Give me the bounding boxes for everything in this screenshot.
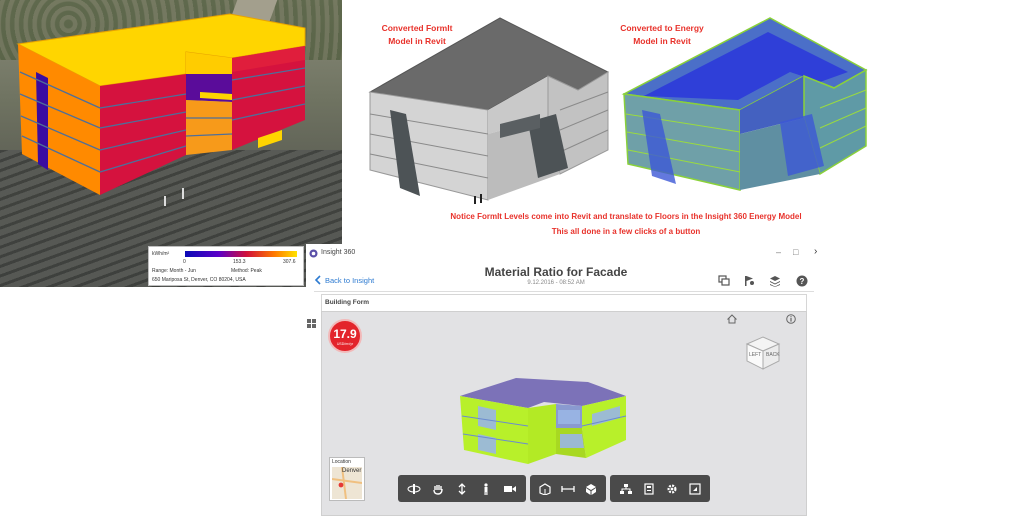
view-cube[interactable]: LEFT BACK xyxy=(743,334,783,372)
viewcube-back-label: BACK xyxy=(766,352,780,358)
model-browser-button[interactable] xyxy=(617,480,635,498)
insight-logo-icon xyxy=(309,249,318,258)
legend-method: Method: Peak xyxy=(231,268,262,274)
compare-icon[interactable] xyxy=(718,275,730,286)
revit-note: Notice FormIt Levels come into Revit and… xyxy=(400,210,852,238)
score-unit: USD/m²/yr xyxy=(336,342,354,346)
camera-button[interactable] xyxy=(501,480,519,498)
navigation-toolbar xyxy=(398,475,526,502)
fullscreen-icon xyxy=(688,482,701,495)
insight-window: Insight 360 – □ › Back to Insight Materi… xyxy=(306,244,828,522)
info-icon[interactable] xyxy=(786,314,796,324)
hierarchy-icon xyxy=(619,483,632,494)
zoom-button[interactable] xyxy=(453,480,471,498)
map-city: Denver xyxy=(342,468,362,474)
revit-note-line1: Notice FormIt Levels come into Revit and… xyxy=(450,212,802,221)
person-icon xyxy=(484,482,488,495)
tools-toolbar xyxy=(610,475,710,502)
settings-button[interactable] xyxy=(663,480,681,498)
location-map: Denver xyxy=(331,466,363,500)
properties-button[interactable] xyxy=(640,480,658,498)
solar-analysis-panel: kWh/m² 0 153.3 307.6 Range: Month - Jun … xyxy=(0,0,342,287)
section-box-button[interactable] xyxy=(536,480,554,498)
score-value: 17.9 xyxy=(333,327,357,341)
zoom-arrows-icon xyxy=(458,482,466,495)
measure-button[interactable] xyxy=(559,480,577,498)
explode-button[interactable] xyxy=(582,480,600,498)
svg-text:?: ? xyxy=(800,277,805,286)
orbit-icon xyxy=(407,483,421,494)
pan-button[interactable] xyxy=(429,480,447,498)
gear-icon xyxy=(666,483,677,494)
help-icon[interactable]: ? xyxy=(796,275,808,287)
header-divider xyxy=(314,291,814,292)
legend-tick-mid: 153.3 xyxy=(233,259,246,265)
section-toolbar xyxy=(530,475,606,502)
legend-tick-max: 307.6 xyxy=(283,259,296,265)
next-button[interactable]: › xyxy=(814,246,817,257)
solar-legend: kWh/m² 0 153.3 307.6 Range: Month - Jun … xyxy=(148,246,304,286)
hand-icon xyxy=(433,484,443,495)
legend-color-ramp xyxy=(185,251,297,257)
section-box-icon xyxy=(539,482,551,495)
flag-icon[interactable] xyxy=(743,275,755,287)
page-title: Material Ratio for Facade xyxy=(484,265,628,279)
page-date: 9.12.2016 - 08:52 AM xyxy=(527,280,585,286)
maximize-button[interactable]: □ xyxy=(793,247,798,257)
legend-unit: kWh/m² xyxy=(152,251,170,257)
walk-button[interactable] xyxy=(477,480,495,498)
home-icon[interactable] xyxy=(727,314,737,324)
legend-address: 650 Mariposa St, Denver, CO 80204, USA xyxy=(152,277,246,283)
video-camera-icon xyxy=(504,485,516,492)
title-bar: Insight 360 – □ › xyxy=(306,244,828,264)
minimize-button[interactable]: – xyxy=(776,247,781,257)
back-label: Back to Insight xyxy=(325,275,375,285)
legend-tick-min: 0 xyxy=(183,259,186,265)
viewcube-left-label: LEFT xyxy=(749,352,762,358)
layers-icon[interactable] xyxy=(769,275,781,287)
properties-icon xyxy=(643,482,654,495)
insight-building-model xyxy=(460,378,627,464)
fullscreen-button[interactable] xyxy=(686,480,704,498)
legend-range: Range: Month - Jun xyxy=(152,268,196,274)
section-title: Building Form xyxy=(325,299,370,306)
measure-icon xyxy=(561,485,575,492)
revit-note-line2: This all done in a few clicks of a butto… xyxy=(551,227,701,236)
app-title: Insight 360 xyxy=(321,249,356,256)
energy-blue-model xyxy=(621,17,868,191)
back-to-insight-link[interactable]: Back to Insight xyxy=(314,275,374,285)
location-label: Location xyxy=(332,459,351,465)
orbit-button[interactable] xyxy=(405,480,423,498)
grid-icon[interactable] xyxy=(307,319,317,329)
chevron-left-icon xyxy=(314,275,321,285)
solar-building-model xyxy=(16,13,306,206)
cube-icon xyxy=(585,483,596,495)
score-badge: 17.9 USD/m²/yr xyxy=(328,319,362,353)
formit-gray-model xyxy=(368,17,610,204)
location-widget[interactable]: Location Denver xyxy=(329,457,365,501)
